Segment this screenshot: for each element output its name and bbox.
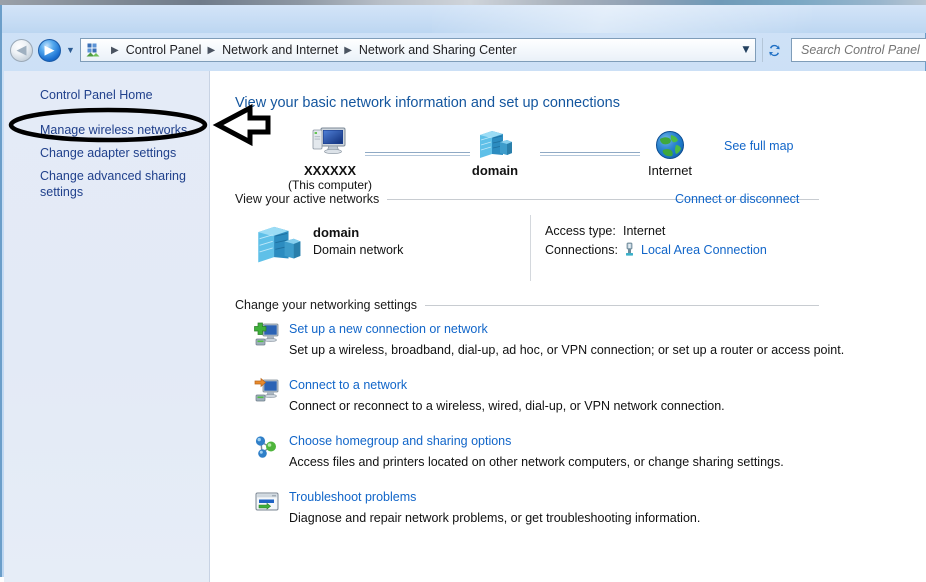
see-full-map-link[interactable]: See full map [724, 139, 793, 153]
section-heading-active-networks-label: View your active networks [235, 192, 380, 206]
connections-label: Connections: [545, 242, 618, 257]
troubleshoot-icon [255, 492, 279, 511]
local-area-connection-link[interactable]: Local Area Connection [641, 243, 767, 257]
settings-item-description: Access files and printers located on oth… [289, 455, 784, 469]
section-rule [425, 304, 819, 306]
breadcrumb-item-control-panel[interactable]: Control Panel [124, 43, 204, 57]
sidebar-item-control-panel-home[interactable]: Control Panel Home [40, 87, 200, 103]
active-network-type: Domain network [313, 243, 404, 257]
settings-item-title[interactable]: Connect to a network [289, 378, 407, 392]
control-panel-icon [86, 43, 100, 57]
sidebar: Control Panel Home Manage wireless netwo… [4, 71, 210, 582]
server-icon-wrap [435, 121, 555, 161]
breadcrumb-separator: ▶ [207, 44, 216, 56]
breadcrumb-item-network-and-sharing-center[interactable]: Network and Sharing Center [357, 43, 519, 57]
network-adapter-icon [626, 242, 633, 256]
breadcrumb-separator: ▶ [111, 44, 119, 56]
settings-item-description: Set up a wireless, broadband, dial-up, a… [289, 343, 845, 357]
computer-icon [312, 127, 346, 155]
active-network-server-icon-wrap [253, 221, 303, 272]
page-title: View your basic network information and … [235, 95, 621, 111]
map-node-domain-label: domain [471, 163, 519, 178]
search-input[interactable] [799, 42, 926, 58]
active-network-row[interactable]: domain Domain network Access type: Inter… [235, 215, 819, 281]
settings-item-description: Connect or reconnect to a wireless, wire… [289, 399, 725, 413]
sidebar-item-manage-wireless-networks[interactable]: Manage wireless networks [40, 122, 200, 138]
content-area: Control Panel Home Manage wireless netwo… [4, 71, 926, 582]
refresh-icon [768, 44, 780, 56]
window-titlebar [2, 5, 926, 33]
map-node-domain[interactable]: domain [435, 121, 555, 178]
settings-item-homegroup-sharing[interactable]: Choose homegroup and sharing options Acc… [235, 433, 835, 479]
server-icon [258, 226, 301, 263]
homegroup-icon [255, 436, 276, 458]
access-type-row: Access type: Internet [545, 221, 767, 240]
map-node-computer-label: XXXXXX [303, 163, 357, 178]
breadcrumb-separator: ▶ [344, 44, 352, 56]
sidebar-item-change-adapter-settings[interactable]: Change adapter settings [40, 145, 200, 161]
address-bar[interactable]: ▶ Control Panel ▶ Network and Internet ▶… [80, 38, 756, 62]
section-heading-change-settings-label: Change your networking settings [235, 298, 418, 312]
settings-list: Set up a new connection or network Set u… [235, 321, 844, 545]
explorer-window: ◀ ▶ ▼ ▶ Control Panel ▶ Network and Inte… [0, 5, 926, 582]
settings-item-title[interactable]: Choose homegroup and sharing options [289, 434, 511, 448]
search-box[interactable] [791, 38, 926, 62]
sidebar-item-change-advanced-sharing-settings[interactable]: Change advanced sharing settings [40, 168, 200, 200]
refresh-button[interactable] [762, 38, 785, 62]
active-network-divider [530, 215, 531, 281]
settings-item-setup-new-connection[interactable]: Set up a new connection or network Set u… [235, 321, 844, 367]
network-map: XXXXXX (This computer) domain Internet [235, 121, 915, 192]
forward-arrow-icon: ▶ [44, 43, 55, 58]
active-network-name: domain [313, 225, 360, 240]
new-connection-icon [254, 322, 279, 346]
recent-pages-button[interactable]: ▼ [65, 46, 76, 55]
settings-item-connect-to-network[interactable]: Connect to a network Connect or reconnec… [235, 377, 835, 423]
connect-network-icon [254, 377, 279, 402]
access-type-label: Access type: [545, 223, 616, 238]
active-network-details: Access type: Internet Connections: Local… [545, 221, 767, 259]
settings-item-description: Diagnose and repair network problems, or… [289, 511, 701, 525]
navigation-bar: ◀ ▶ ▼ ▶ Control Panel ▶ Network and Inte… [2, 34, 926, 66]
map-node-internet[interactable]: Internet [610, 121, 730, 178]
breadcrumb[interactable]: ▶ Control Panel ▶ Network and Internet ▶… [81, 39, 737, 61]
settings-item-title[interactable]: Troubleshoot problems [289, 490, 416, 504]
settings-item-title[interactable]: Set up a new connection or network [289, 322, 488, 336]
settings-item-troubleshoot-problems[interactable]: Troubleshoot problems Diagnose and repai… [235, 489, 835, 535]
section-heading-change-settings: Change your networking settings [235, 298, 819, 312]
main-panel: View your basic network information and … [211, 71, 926, 582]
access-type-value: Internet [623, 223, 666, 238]
server-icon [480, 131, 512, 158]
back-button[interactable]: ◀ [10, 39, 33, 62]
map-node-computer-sublabel: (This computer) [287, 178, 373, 192]
titlebar-sheen [432, 5, 812, 33]
connect-or-disconnect-link[interactable]: Connect or disconnect [675, 192, 799, 206]
map-node-internet-label: Internet [647, 163, 693, 178]
back-arrow-icon: ◀ [16, 43, 27, 58]
connections-row: Connections: Local Area Connection [545, 240, 767, 259]
forward-button[interactable]: ▶ [38, 39, 61, 62]
globe-icon [656, 131, 684, 159]
breadcrumb-item-network-and-internet[interactable]: Network and Internet [220, 43, 340, 57]
address-dropdown-icon[interactable]: ▼ [737, 45, 755, 55]
globe-icon-wrap [610, 121, 730, 161]
